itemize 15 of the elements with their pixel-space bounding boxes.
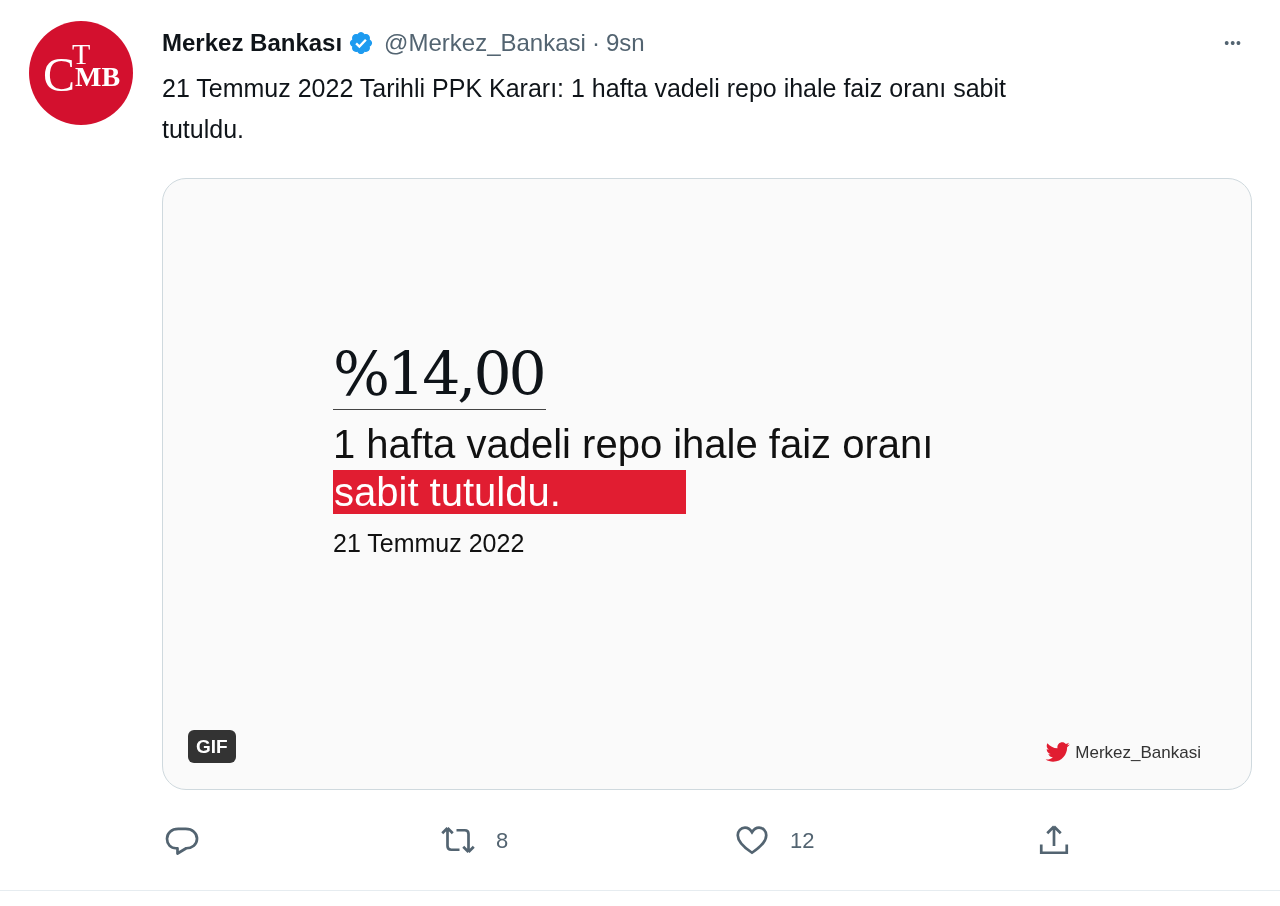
- rate-text: %14,00: [333, 339, 546, 410]
- tweet-time[interactable]: 9sn: [605, 25, 645, 61]
- highlight-text: sabit tutuldu.: [333, 470, 686, 514]
- more-button[interactable]: •••: [1224, 32, 1242, 54]
- author-handle[interactable]: @Merkez_Bankasi: [384, 25, 586, 61]
- author-name[interactable]: Merkez Bankası: [162, 25, 343, 61]
- gif-badge: GIF: [188, 730, 236, 763]
- separator-dot: ·: [591, 28, 600, 58]
- date-text: 21 Temmuz 2022: [333, 528, 526, 558]
- tweet-text: 21 Temmuz 2022 Tarihli PPK Kararı: 1 hafta vadeli repo ihale faiz oranı sabit tutuldu.: [162, 73, 1007, 145]
- credit-text: Merkez_Bankasi: [1075, 741, 1201, 764]
- headline-text: 1 hafta vadeli repo ihale faiz oranı: [333, 421, 934, 468]
- bird-icon: [1045, 740, 1072, 765]
- action-count: 8: [496, 826, 509, 855]
- action-count: 12: [790, 826, 815, 855]
